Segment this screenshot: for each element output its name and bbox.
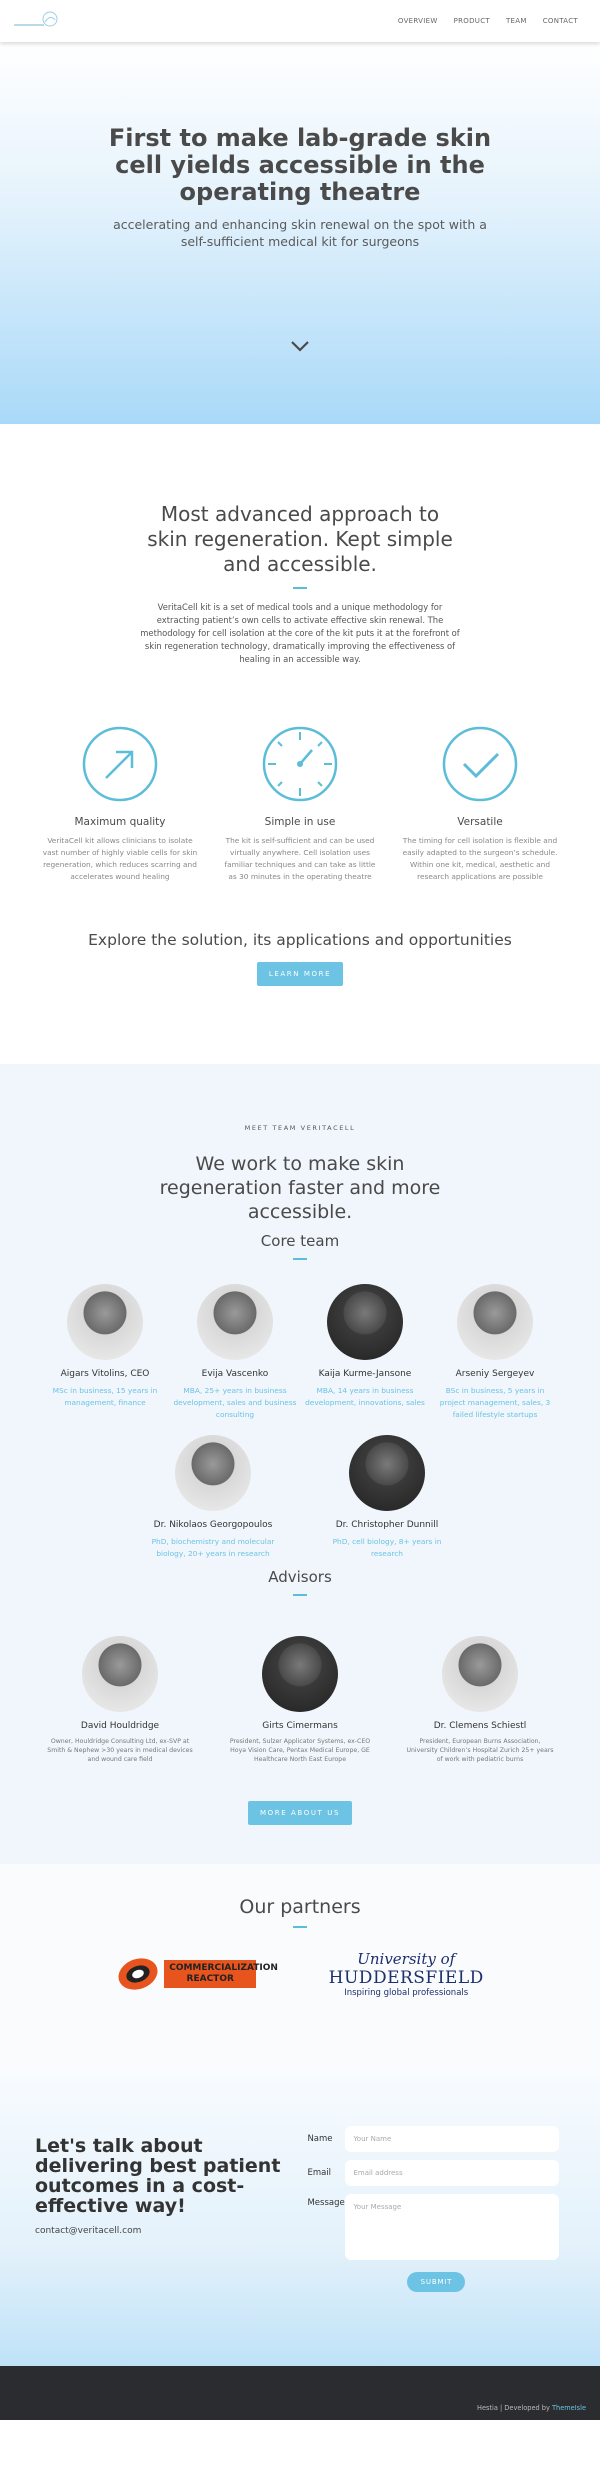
advisor: Girts Cimermans President, Sulzer Applica…: [215, 1636, 385, 1764]
nav-product[interactable]: PRODUCT: [454, 17, 490, 25]
approach-intro: VeritaCell kit is a set of medical tools…: [140, 602, 460, 664]
member-name: Aigars Vitolins, CEO: [60, 1369, 150, 1379]
hero-section: First to make lab-grade skin cell yields…: [0, 42, 600, 424]
advisor-name: Dr. Clemens Schiestl: [433, 1721, 527, 1731]
member-name: Dr. Christopher Dunnill: [335, 1520, 439, 1530]
feature-title: Versatile: [457, 816, 503, 828]
team-section: MEET TEAM VERITACELL We work to make ski…: [0, 1064, 600, 1864]
hud-line2: HUDDERSFIELD: [328, 1968, 484, 1988]
nav-overview[interactable]: OVERVIEW: [398, 17, 438, 25]
nav-team[interactable]: TEAM: [506, 17, 527, 25]
feature-maximum-quality: Maximum quality VeritaCell kit allows cl…: [30, 726, 210, 883]
top-navbar: OVERVIEW PRODUCT TEAM CONTACT: [0, 0, 600, 42]
email-label: Email: [307, 2168, 332, 2178]
avatar: [457, 1284, 533, 1360]
email-field[interactable]: Email address: [345, 2160, 560, 2186]
feature-text: The timing for cell isolation is flexibl…: [402, 836, 558, 881]
avatar: [175, 1435, 251, 1511]
member-desc: MSc in business, 15 years in management,…: [52, 1386, 158, 1407]
team-member: Kaija Kurme-Jansone MBA, 14 years in busi…: [300, 1284, 430, 1421]
title-underline: [293, 587, 307, 589]
feature-text: VeritaCell kit allows clinicians to isol…: [42, 836, 198, 881]
title-underline: [293, 1258, 307, 1260]
title-underline: [293, 1926, 307, 1928]
title-underline: [293, 1594, 307, 1596]
team-member: Arseniy Sergeyev BSc in business, 5 years…: [430, 1284, 560, 1421]
check-circle-icon: [442, 726, 518, 802]
advisor-desc: President, Sulzer Applicator Systems, ex…: [229, 1738, 371, 1763]
veritacell-logo[interactable]: [12, 10, 60, 32]
timer-dial-icon: [262, 726, 338, 802]
team-member: Aigars Vitolins, CEO MSc in business, 15 …: [40, 1284, 170, 1421]
member-desc: MBA, 14 years in business development, i…: [305, 1386, 425, 1407]
member-desc: PhD, cell biology, 8+ years in research: [332, 1537, 442, 1558]
advisor-desc: President, European Burns Association, U…: [406, 1738, 554, 1763]
advisor-name: David Houldridge: [80, 1721, 160, 1731]
core-team-title: Core team: [260, 1232, 340, 1250]
member-name: Arseniy Sergeyev: [455, 1369, 535, 1379]
partners-title: Our partners: [239, 1896, 361, 1918]
avatar: [82, 1636, 158, 1712]
advisor-desc: Owner, Houldridge Consulting Ltd, ex-SVP…: [47, 1738, 193, 1763]
contact-email[interactable]: contact@veritacell.com: [35, 2226, 302, 2236]
advisors-title: Advisors: [268, 1568, 332, 1586]
avatar: [349, 1435, 425, 1511]
feature-versatile: Versatile The timing for cell isolation …: [390, 726, 570, 883]
themeisle-link[interactable]: ThemeIsle: [552, 2404, 586, 2412]
more-about-us-button[interactable]: MORE ABOUT US: [247, 1801, 353, 1825]
feature-title: Simple in use: [264, 816, 336, 828]
explore-heading: Explore the solution, its applications a…: [88, 931, 512, 949]
team-title: We work to make skin regeneration faster…: [159, 1153, 441, 1223]
chevron-down-icon[interactable]: [290, 338, 310, 352]
member-name: Kaija Kurme-Jansone: [318, 1369, 412, 1379]
avatar: [262, 1636, 338, 1712]
hero-title: First to make lab-grade skin cell yields…: [108, 124, 492, 206]
contact-title: Let's talk about delivering best patient…: [35, 2135, 281, 2217]
feature-simple-in-use: Simple in use The kit is self-sufficient…: [210, 726, 390, 883]
member-desc: PhD, biochemistry and molecular biology,…: [151, 1537, 275, 1558]
avatar: [197, 1284, 273, 1360]
team-member: Evija Vascenko MBA, 25+ years in business…: [170, 1284, 300, 1421]
footer: Hestia | Developed by ThemeIsle: [0, 2366, 600, 2420]
hero-subtitle: accelerating and enhancing skin renewal …: [113, 217, 487, 249]
hud-line3: Inspiring global professionals: [344, 1988, 469, 1998]
feature-title: Maximum quality: [74, 816, 166, 828]
submit-button[interactable]: SUBMIT: [407, 2272, 466, 2292]
avatar: [67, 1284, 143, 1360]
avatar: [327, 1284, 403, 1360]
university-of-huddersfield-logo[interactable]: University of HUDDERSFIELD Inspiring glo…: [329, 1950, 484, 1998]
arrow-circle-icon: [82, 726, 158, 802]
team-member: Dr. Nikolaos Georgopoulos PhD, biochemist…: [148, 1435, 278, 1560]
team-kicker: MEET TEAM VERITACELL: [244, 1124, 356, 1132]
partners-section: Our partners COMMERCIALIZATION REACTOR U…: [0, 1864, 600, 2076]
reactor-text: COMMERCIALIZATION REACTOR: [164, 1960, 278, 1988]
approach-title: Most advanced approach to skin regenerat…: [147, 502, 453, 576]
hud-line1: University of: [357, 1950, 456, 1968]
name-label: Name: [307, 2134, 333, 2144]
commercialization-reactor-logo[interactable]: COMMERCIALIZATION REACTOR: [116, 1952, 278, 1996]
feature-text: The kit is self-sufficient and can be us…: [224, 836, 376, 881]
contact-form: Name Your Name Email Email address Message…: [307, 2126, 565, 2366]
avatar: [442, 1636, 518, 1712]
advisor: David Houldridge Owner, Houldridge Consul…: [35, 1636, 205, 1764]
approach-section: Most advanced approach to skin regenerat…: [0, 424, 600, 1064]
learn-more-button[interactable]: LEARN MORE: [256, 962, 344, 986]
advisor-name: Girts Cimermans: [262, 1721, 338, 1731]
team-member: Dr. Christopher Dunnill PhD, cell biology…: [322, 1435, 452, 1560]
advisor: Dr. Clemens Schiestl President, European …: [395, 1636, 565, 1764]
member-desc: BSc in business, 5 years in project mana…: [439, 1386, 551, 1419]
contact-section: Let's talk about delivering best patient…: [0, 2076, 600, 2366]
name-field[interactable]: Your Name: [345, 2126, 560, 2152]
message-label: Message: [307, 2198, 345, 2208]
message-field[interactable]: Your Message: [345, 2194, 560, 2260]
member-name: Evija Vascenko: [201, 1369, 269, 1379]
nav-contact[interactable]: CONTACT: [543, 17, 578, 25]
footer-credit: Hestia | Developed by: [476, 2404, 552, 2412]
member-name: Dr. Nikolaos Georgopoulos: [153, 1520, 273, 1530]
member-desc: MBA, 25+ years in business development, …: [173, 1386, 297, 1419]
